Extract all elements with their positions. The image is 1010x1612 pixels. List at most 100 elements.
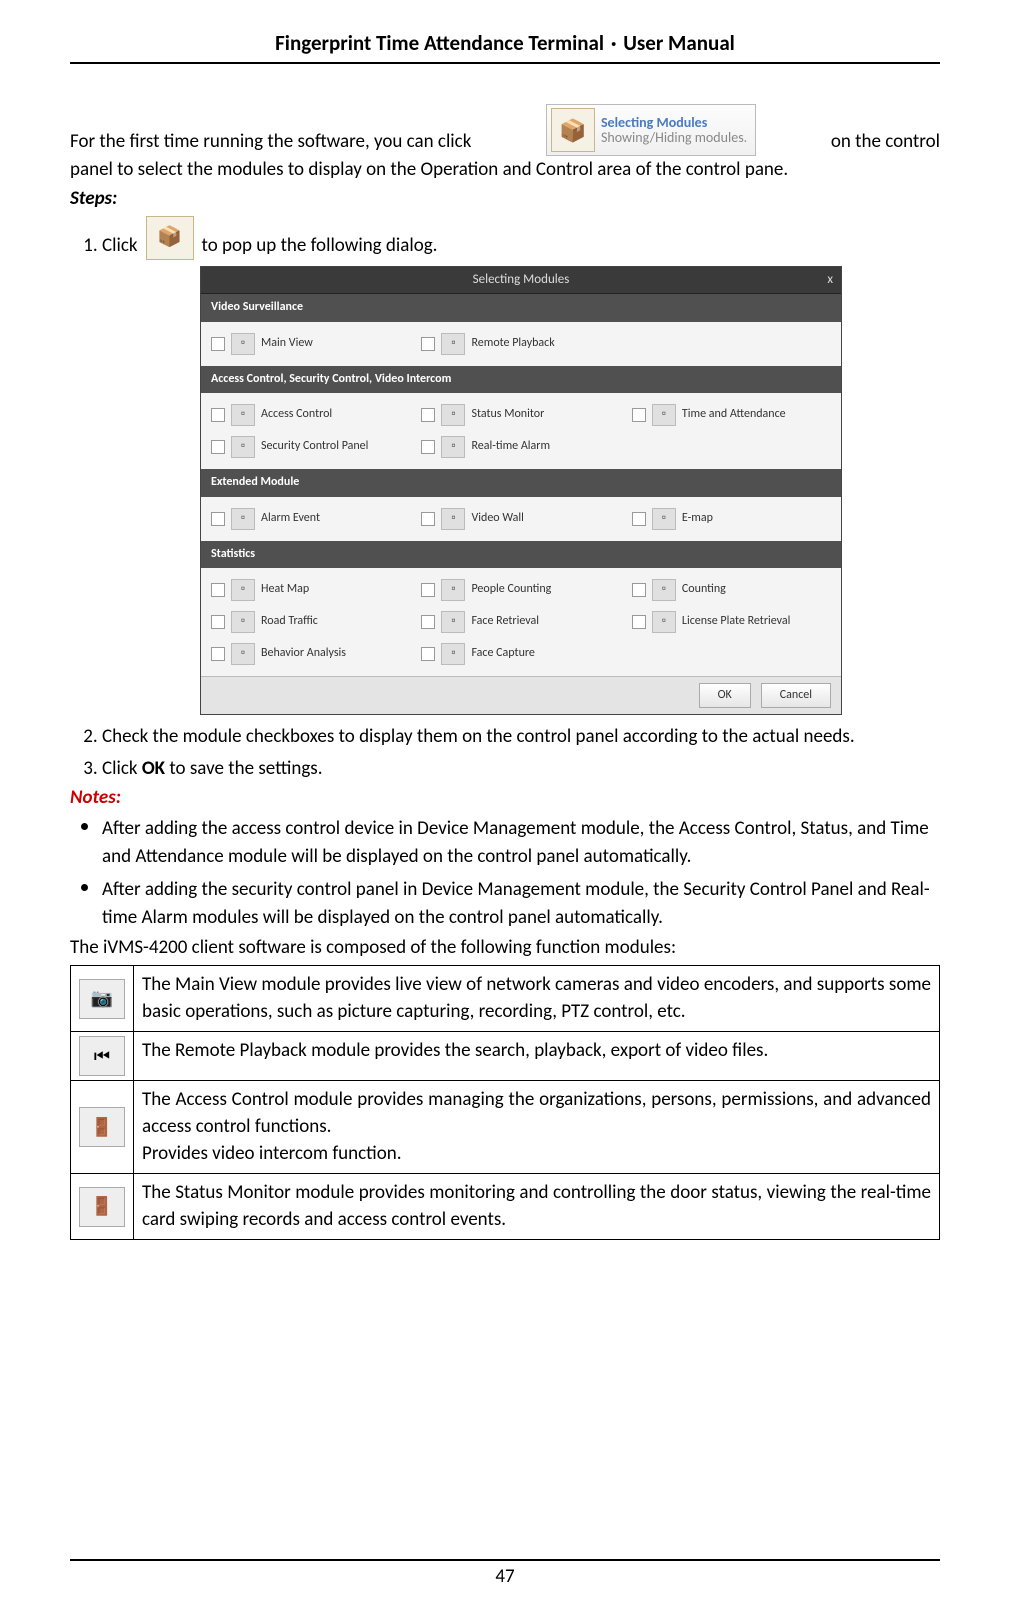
- checkbox-icon[interactable]: [421, 615, 435, 629]
- module-label: Remote Playback: [471, 335, 554, 352]
- table-row: 🚪 The Access Control module provides man…: [71, 1081, 940, 1174]
- remote-playback-icon: ⏮: [79, 1036, 125, 1076]
- module-label: Heat Map: [261, 581, 309, 598]
- cancel-button[interactable]: Cancel: [761, 683, 831, 708]
- steps-list: Click 📦 to pop up the following dialog. …: [70, 216, 940, 783]
- intro-line2: panel to select the modules to display o…: [70, 156, 940, 185]
- module-icon: ▫: [652, 508, 676, 530]
- module-icon: ▫: [652, 579, 676, 601]
- notes-heading: Notes:: [70, 786, 940, 809]
- dialog-section-1: Video Surveillance: [201, 294, 841, 321]
- module-icon: ▫: [441, 404, 465, 426]
- checkbox-icon[interactable]: [421, 440, 435, 454]
- module-label: Counting: [682, 581, 726, 598]
- module-icon: ▫: [231, 404, 255, 426]
- module-checkbox-item[interactable]: ▫ Access Control: [205, 399, 415, 431]
- table-row: 📷 The Main View module provides live vie…: [71, 966, 940, 1032]
- module-checkbox-item[interactable]: ▫Face Retrieval: [415, 606, 625, 638]
- note-1: After adding the access control device i…: [102, 811, 940, 870]
- close-icon[interactable]: x: [827, 271, 833, 290]
- module-checkbox-item[interactable]: ▫ Heat Map: [205, 574, 415, 606]
- ok-button[interactable]: OK: [699, 683, 751, 708]
- module-desc: The Remote Playback module provides the …: [134, 1032, 940, 1081]
- module-desc: The Access Control module provides manag…: [134, 1081, 940, 1174]
- access-control-icon: 🚪: [79, 1107, 125, 1147]
- checkbox-icon[interactable]: [211, 512, 225, 526]
- module-label: Status Monitor: [471, 406, 544, 423]
- box-icon: 📦: [146, 216, 194, 260]
- checkbox-icon[interactable]: [421, 647, 435, 661]
- checkbox-icon[interactable]: [211, 408, 225, 422]
- notes-list: After adding the access control device i…: [70, 811, 940, 931]
- intro: For the first time running the software,…: [70, 104, 940, 185]
- module-label: Road Traffic: [261, 613, 318, 630]
- module-desc: The Main View module provides live view …: [134, 966, 940, 1032]
- status-monitor-icon: 🚪: [79, 1187, 125, 1227]
- checkbox-icon[interactable]: [211, 615, 225, 629]
- module-icon: ▫: [231, 579, 255, 601]
- step1-a: Click: [102, 232, 138, 260]
- page-header: Fingerprint Time Attendance Terminal · U…: [70, 30, 940, 64]
- checkbox-icon[interactable]: [632, 408, 646, 422]
- module-label: People Counting: [471, 581, 551, 598]
- module-label: Time and Attendance: [682, 406, 786, 423]
- checkbox-icon[interactable]: [632, 583, 646, 597]
- checkbox-icon[interactable]: [632, 615, 646, 629]
- module-checkbox-item[interactable]: ▫ Counting: [626, 574, 836, 606]
- step-2: Check the module checkboxes to display t…: [102, 723, 940, 751]
- modules-table: 📷 The Main View module provides live vie…: [70, 965, 940, 1240]
- module-label: Main View: [261, 335, 313, 352]
- module-checkbox-item[interactable]: ▫People Counting: [415, 574, 625, 606]
- checkbox-icon[interactable]: [211, 337, 225, 351]
- after-notes-text: The iVMS-4200 client software is compose…: [70, 934, 940, 962]
- module-checkbox-item[interactable]: ▫ License Plate Retrieval: [626, 606, 836, 638]
- checkbox-icon[interactable]: [421, 512, 435, 526]
- module-checkbox-item[interactable]: ▫ Time and Attendance: [626, 399, 836, 431]
- module-label: License Plate Retrieval: [682, 613, 791, 630]
- module-icon: ▫: [231, 333, 255, 355]
- box-icon: 📦: [551, 108, 595, 152]
- checkbox-icon[interactable]: [421, 337, 435, 351]
- module-icon: ▫: [652, 404, 676, 426]
- module-icon: ▫: [231, 436, 255, 458]
- table-row: 🚪 The Status Monitor module provides mon…: [71, 1174, 940, 1240]
- header-sep: ·: [611, 30, 617, 56]
- checkbox-icon[interactable]: [632, 512, 646, 526]
- checkbox-icon[interactable]: [211, 583, 225, 597]
- intro-line1a: For the first time running the software,…: [70, 128, 471, 157]
- main-view-icon: 📷: [79, 979, 125, 1019]
- module-icon: ▫: [652, 611, 676, 633]
- module-checkbox-item[interactable]: ▫ Remote Playback: [415, 328, 625, 360]
- module-label: Behavior Analysis: [261, 645, 346, 662]
- header-title-a: Fingerprint Time Attendance Terminal: [275, 30, 604, 56]
- note-2: After adding the security control panel …: [102, 872, 940, 931]
- selecting-modules-tooltip: 📦 Selecting Modules Showing/Hiding modul…: [546, 104, 756, 156]
- module-icon: ▫: [441, 333, 465, 355]
- checkbox-icon[interactable]: [421, 408, 435, 422]
- module-label: Access Control: [261, 406, 332, 423]
- step-3: Click OK to save the settings.: [102, 755, 940, 783]
- dialog-section-4: Statistics: [201, 541, 841, 568]
- dialog-section-3: Extended Module: [201, 469, 841, 496]
- module-checkbox-item[interactable]: ▫ Status Monitor: [415, 399, 625, 431]
- module-label: Real-time Alarm: [471, 438, 550, 455]
- tooltip-title: Selecting Modules: [601, 115, 747, 130]
- module-checkbox-item[interactable]: ▫E-map: [626, 503, 836, 535]
- module-checkbox-item[interactable]: ▫Video Wall: [415, 503, 625, 535]
- module-icon: ▫: [441, 436, 465, 458]
- module-label: Face Retrieval: [471, 613, 539, 630]
- checkbox-icon[interactable]: [211, 647, 225, 661]
- step-1: Click 📦 to pop up the following dialog. …: [102, 216, 940, 716]
- module-checkbox-item[interactable]: ▫ Real-time Alarm: [415, 431, 625, 463]
- module-icon: ▫: [231, 643, 255, 665]
- tooltip-subtitle: Showing/Hiding modules.: [601, 130, 747, 145]
- module-checkbox-item[interactable]: ▫ Behavior Analysis: [205, 638, 415, 670]
- module-checkbox-item[interactable]: ▫Face Capture: [415, 638, 625, 670]
- module-checkbox-item[interactable]: ▫Alarm Event: [205, 503, 415, 535]
- module-checkbox-item[interactable]: ▫Security Control Panel: [205, 431, 415, 463]
- table-row: ⏮ The Remote Playback module provides th…: [71, 1032, 940, 1081]
- checkbox-icon[interactable]: [211, 440, 225, 454]
- module-checkbox-item[interactable]: ▫ Main View: [205, 328, 415, 360]
- checkbox-icon[interactable]: [421, 583, 435, 597]
- module-checkbox-item[interactable]: ▫Road Traffic: [205, 606, 415, 638]
